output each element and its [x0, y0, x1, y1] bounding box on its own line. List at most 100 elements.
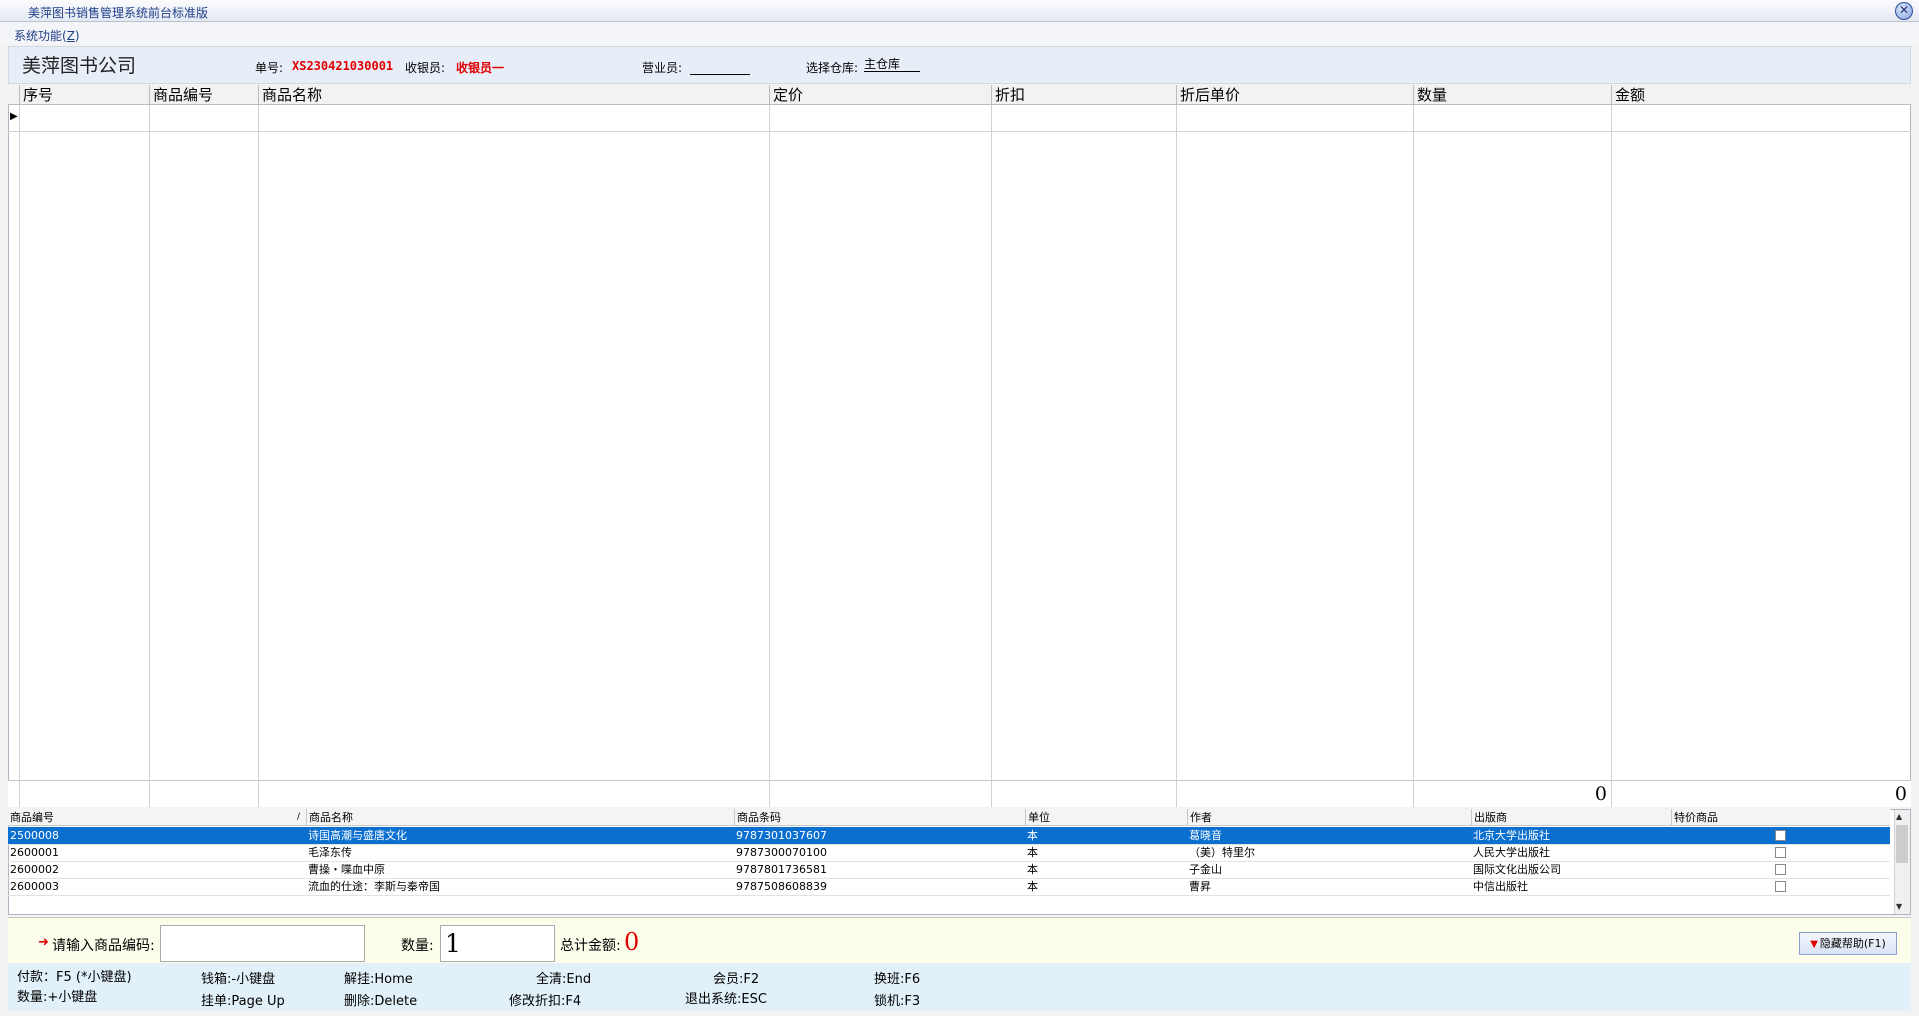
shortcut-member: 会员:F2 — [713, 972, 760, 987]
order-number-value: XS230421030001 — [292, 59, 394, 73]
product-unit: 本 — [1027, 846, 1038, 859]
product-publisher: 国际文化出版公司 — [1473, 863, 1561, 876]
shortcut-clear: 全清:End — [536, 972, 592, 987]
product-publisher: 人民大学出版社 — [1473, 846, 1550, 859]
column-header-product-name[interactable]: 商品名称 — [306, 809, 734, 826]
total-amount-value: 0 — [624, 928, 640, 956]
product-name: 流血的仕途：李斯与秦帝国 — [308, 880, 440, 893]
column-header-code[interactable]: 商品编号 — [149, 85, 258, 105]
menu-system-functions[interactable]: 系统功能(Z) — [14, 27, 80, 44]
product-unit: 本 — [1027, 863, 1038, 876]
special-checkbox[interactable] — [1775, 830, 1786, 841]
grid-divider — [258, 105, 259, 807]
shortcut-exit: 退出系统:ESC — [685, 992, 767, 1007]
product-author: 葛晓音 — [1189, 829, 1222, 842]
product-author: 子金山 — [1189, 863, 1222, 876]
cashier-label: 收银员: — [405, 61, 446, 75]
table-row[interactable] — [8, 105, 1911, 132]
product-barcode: 9787801736581 — [736, 863, 827, 876]
scroll-down-icon[interactable]: ▼ — [1896, 902, 1902, 911]
shortcut-discount: 修改折扣:F4 — [509, 994, 582, 1009]
grid-divider — [19, 105, 20, 807]
window-title: 美萍图书销售管理系统前台标准版 — [28, 6, 209, 20]
product-name: 曹操・喋血中原 — [308, 863, 385, 876]
column-header-index[interactable]: 序号 — [19, 85, 149, 105]
column-header-amount[interactable]: 金额 — [1611, 85, 1911, 105]
column-header-discounted-price[interactable]: 折后单价 — [1176, 85, 1413, 105]
grid-divider — [1176, 105, 1177, 807]
grid-divider — [769, 105, 770, 807]
product-unit: 本 — [1027, 829, 1038, 842]
grid-divider — [1611, 105, 1612, 807]
warehouse-label: 选择仓库: — [806, 61, 859, 75]
quantity-label: 数量: — [401, 938, 434, 954]
shortcut-help-panel — [8, 963, 1911, 1011]
warehouse-select[interactable]: 主仓库 — [864, 55, 920, 72]
grid-divider — [19, 780, 20, 807]
scroll-up-icon[interactable]: ▲ — [1896, 812, 1902, 821]
product-unit: 本 — [1027, 880, 1038, 893]
quantity-input[interactable] — [440, 925, 555, 962]
product-barcode: 9787508608839 — [736, 880, 827, 893]
product-code-input[interactable] — [160, 925, 365, 962]
hide-help-button[interactable]: ▼ 隐藏帮助(F1) — [1799, 932, 1897, 955]
shortcut-delete: 删除:Delete — [344, 994, 418, 1009]
row-pointer-icon: ▶ — [10, 111, 18, 122]
grid-divider — [149, 780, 150, 807]
title-bar — [0, 0, 1919, 22]
column-header-publisher[interactable]: 出版商 — [1471, 809, 1671, 826]
grid-divider — [258, 780, 259, 807]
order-number-label: 单号: — [255, 61, 284, 75]
product-name: 诗国高潮与盛唐文化 — [308, 829, 407, 842]
column-header-product-code[interactable]: 商品编号 / — [8, 809, 306, 826]
total-amount-summary: 0 — [1894, 783, 1907, 805]
product-code: 2500008 — [10, 829, 59, 842]
shortcut-lock: 锁机:F3 — [874, 994, 921, 1009]
product-code-label: 请输入商品编码: — [52, 938, 155, 954]
shortcut-unhold: 解挂:Home — [344, 972, 413, 987]
shortcut-hold: 挂单:Page Up — [201, 994, 285, 1009]
column-header-special[interactable]: 特价商品 — [1671, 809, 1890, 826]
column-header-unit[interactable]: 单位 — [1025, 809, 1187, 826]
triangle-down-icon: ▼ — [1810, 939, 1818, 950]
product-row[interactable]: 2600003 流血的仕途：李斯与秦帝国 9787508608839 本 曹昇 … — [8, 878, 1890, 896]
column-header-author[interactable]: 作者 — [1187, 809, 1471, 826]
hide-help-label: 隐藏帮助(F1) — [1819, 937, 1886, 950]
product-row[interactable]: 2500008 诗国高潮与盛唐文化 9787301037607 本 葛晓音 北京… — [8, 827, 1890, 845]
company-name: 美萍图书公司 — [22, 55, 137, 77]
special-checkbox[interactable] — [1775, 881, 1786, 892]
shortcut-pay: 付款：F5 (*小键盘) — [17, 970, 132, 985]
scroll-thumb[interactable] — [1896, 825, 1908, 863]
shortcut-quantity: 数量:+小键盘 — [17, 990, 98, 1005]
column-header-price[interactable]: 定价 — [769, 85, 991, 105]
product-barcode: 9787301037607 — [736, 829, 827, 842]
cashier-value: 收银员一 — [456, 61, 505, 75]
salesperson-field[interactable] — [690, 62, 750, 75]
grid-divider — [991, 105, 992, 807]
grid-divider — [149, 105, 150, 807]
sort-icon: / — [296, 812, 300, 822]
product-barcode: 9787300070100 — [736, 846, 827, 859]
total-quantity: 0 — [1594, 783, 1607, 805]
product-code: 2600003 — [10, 880, 59, 893]
product-row[interactable]: 2600001 毛泽东传 9787300070100 本 （美）特里尔 人民大学… — [8, 844, 1890, 862]
product-author: （美）特里尔 — [1189, 846, 1255, 859]
product-publisher: 北京大学出版社 — [1473, 829, 1550, 842]
menu-bar — [0, 23, 1919, 44]
shortcut-shift: 换班:F6 — [874, 972, 921, 987]
sales-grid[interactable] — [8, 85, 1911, 807]
special-checkbox[interactable] — [1775, 847, 1786, 858]
column-header-name[interactable]: 商品名称 — [258, 85, 769, 105]
arrow-right-icon: ➜ — [38, 935, 49, 950]
product-row[interactable]: 2600002 曹操・喋血中原 9787801736581 本 子金山 国际文化… — [8, 861, 1890, 879]
product-code: 2600001 — [10, 846, 59, 859]
column-header-quantity[interactable]: 数量 — [1413, 85, 1611, 105]
total-amount-label: 总计金额: — [560, 938, 621, 954]
grid-divider — [1413, 105, 1414, 807]
grid-divider — [991, 780, 992, 807]
special-checkbox[interactable] — [1775, 864, 1786, 875]
column-header-discount[interactable]: 折扣 — [991, 85, 1176, 105]
column-header-barcode[interactable]: 商品条码 — [734, 809, 1025, 826]
close-icon[interactable]: ✕ — [1895, 2, 1913, 20]
product-publisher: 中信出版社 — [1473, 880, 1528, 893]
